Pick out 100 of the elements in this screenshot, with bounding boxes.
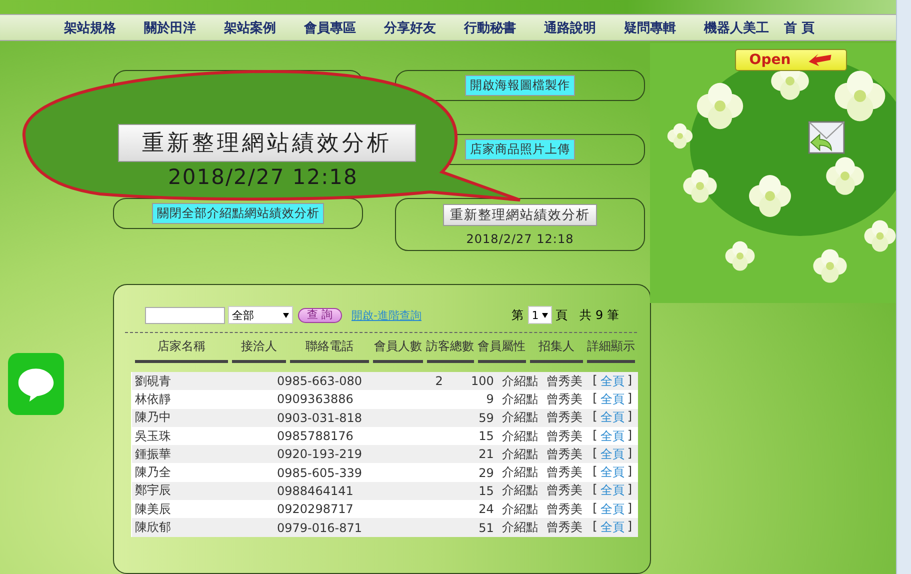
bracket: ] [627, 500, 632, 517]
table-cell-text: 曾秀美 [546, 409, 584, 426]
nav-link[interactable]: 架站規格 [64, 18, 120, 37]
nav-link[interactable]: 分享好友 [384, 18, 440, 37]
line-app-icon[interactable] [8, 353, 64, 415]
table-cell-text: 介紹點 [500, 519, 539, 536]
table-cell-text: 介紹點 [500, 500, 539, 518]
table-cell-text: 曾秀美 [546, 390, 584, 408]
table-cell: 2 [435, 374, 443, 388]
table-cell-text: 陳乃全 [134, 464, 172, 482]
page-label: 頁 [556, 306, 568, 324]
page-dropdown[interactable]: 1 [528, 306, 552, 324]
panel-button[interactable]: 關閉全部介紹點網站績效分析 [152, 203, 324, 224]
bracket: ] [627, 464, 632, 480]
panel-button[interactable]: 店家商品照片上傳 [465, 139, 575, 160]
table-cell-text: 介紹點 [500, 464, 539, 482]
column-header: 招集人 [530, 333, 583, 363]
table-cell: 15 [478, 429, 494, 444]
nav-link[interactable]: 機器人美工 [704, 18, 772, 37]
table-cell: 59 [478, 410, 494, 425]
table-cell-text: 陳美辰 [134, 500, 172, 518]
table-cell-text: 介紹點 [500, 482, 539, 500]
table-cell: 29 [478, 466, 494, 480]
column-header: 接洽人 [232, 333, 286, 363]
column-header: 聯絡電話 [290, 333, 370, 363]
arrow-icon [806, 53, 833, 67]
bracket: ] [627, 519, 632, 536]
bracket: [ [592, 482, 598, 498]
nav-link[interactable]: 通路說明 [544, 18, 600, 37]
nav-link[interactable]: 架站案例 [224, 18, 280, 37]
column-header: 店家名稱 [135, 333, 228, 363]
full-page-link[interactable]: 全頁 [600, 428, 624, 445]
table-cell-text: 0920-193-219 [276, 447, 364, 462]
table-cell-text: 劉硯青 [134, 372, 172, 390]
nav-link[interactable]: 會員專區 [304, 18, 360, 37]
table-cell-text: 0985788176 [276, 429, 354, 444]
full-page-link[interactable]: 全頁 [600, 500, 624, 518]
table-cell-text: 陳欣郁 [134, 519, 172, 536]
column-header: 會員屬性 [478, 333, 526, 363]
full-page-link[interactable]: 全頁 [600, 390, 624, 408]
page-label: 第 [512, 306, 524, 324]
table-cell-text: 0985-605-339 [276, 466, 364, 480]
table-cell: 15 [478, 484, 494, 498]
bracket: ] [627, 446, 632, 462]
table-cell: 24 [478, 502, 494, 516]
table-cell: 51 [478, 520, 494, 535]
caret-icon [283, 312, 289, 318]
table-cell-text: 介紹點 [500, 428, 539, 445]
nav-link[interactable]: 疑問專輯 [624, 18, 680, 37]
nav-link[interactable]: 行動秘書 [464, 18, 520, 37]
zoomed-refresh-button[interactable]: 重新整理網站績效分析 [118, 124, 416, 162]
caret-icon [542, 312, 548, 318]
table-cell-text: 介紹點 [500, 372, 539, 390]
table-cell: 9 [486, 392, 494, 406]
timestamp: 2018/2/27 12:18 [466, 232, 574, 246]
search-button[interactable]: 查 詢 [298, 308, 342, 322]
open-button[interactable]: Open [735, 49, 847, 71]
table-cell-text: 曾秀美 [546, 428, 584, 445]
table-cell-text: 鄭宇辰 [134, 482, 172, 500]
filter-dropdown[interactable]: 全部 [228, 306, 293, 324]
nav-link[interactable]: 關於田洋 [144, 18, 200, 37]
table-cell-text: 0988464141 [276, 484, 354, 498]
table-cell-text: 鍾振華 [134, 446, 172, 463]
panel-button[interactable]: 開啟海報圖檔製作 [465, 75, 575, 96]
full-page-link[interactable]: 全頁 [600, 464, 624, 482]
bracket: [ [592, 519, 598, 536]
bracket: [ [592, 428, 598, 444]
bracket: ] [627, 409, 632, 426]
column-header: 會員人數 [373, 333, 423, 363]
table-cell-text: 曾秀美 [546, 464, 584, 482]
zoomed-timestamp: 2018/2/27 12:18 [168, 165, 358, 189]
table-cell-text: 曾秀美 [546, 482, 584, 500]
table-cell: 100 [471, 374, 494, 388]
table-cell: 21 [478, 447, 494, 462]
bracket: [ [592, 409, 598, 426]
mail-reply-icon[interactable] [808, 121, 845, 154]
bracket: [ [592, 372, 598, 389]
table-cell-text: 曾秀美 [546, 372, 584, 390]
bracket: [ [592, 446, 598, 462]
bracket: ] [627, 372, 632, 389]
table-cell-text: 林依靜 [134, 390, 172, 408]
table-cell-text: 曾秀美 [546, 500, 584, 518]
refresh-button[interactable]: 重新整理網站績效分析 [443, 204, 597, 226]
table-cell-text: 陳乃中 [134, 409, 172, 426]
bracket: ] [627, 428, 632, 444]
table-cell-text: 曾秀美 [546, 519, 584, 536]
bracket: [ [592, 464, 598, 480]
bracket: ] [627, 482, 632, 498]
bracket: [ [592, 390, 598, 407]
table-cell-text: 介紹點 [500, 409, 539, 426]
bracket: [ [592, 500, 598, 517]
table-cell-text: 曾秀美 [546, 446, 584, 463]
bracket: ] [627, 390, 632, 407]
table-cell-text: 0985-663-080 [276, 374, 364, 388]
nav-link[interactable]: 首 頁 [784, 18, 840, 37]
table-cell-text: 0979-016-871 [276, 520, 364, 535]
search-field[interactable] [145, 306, 225, 324]
column-header: 詳細顯示 [587, 333, 635, 363]
table-cell-text: 介紹點 [500, 390, 539, 408]
table-cell-text: 0909363886 [276, 392, 354, 406]
